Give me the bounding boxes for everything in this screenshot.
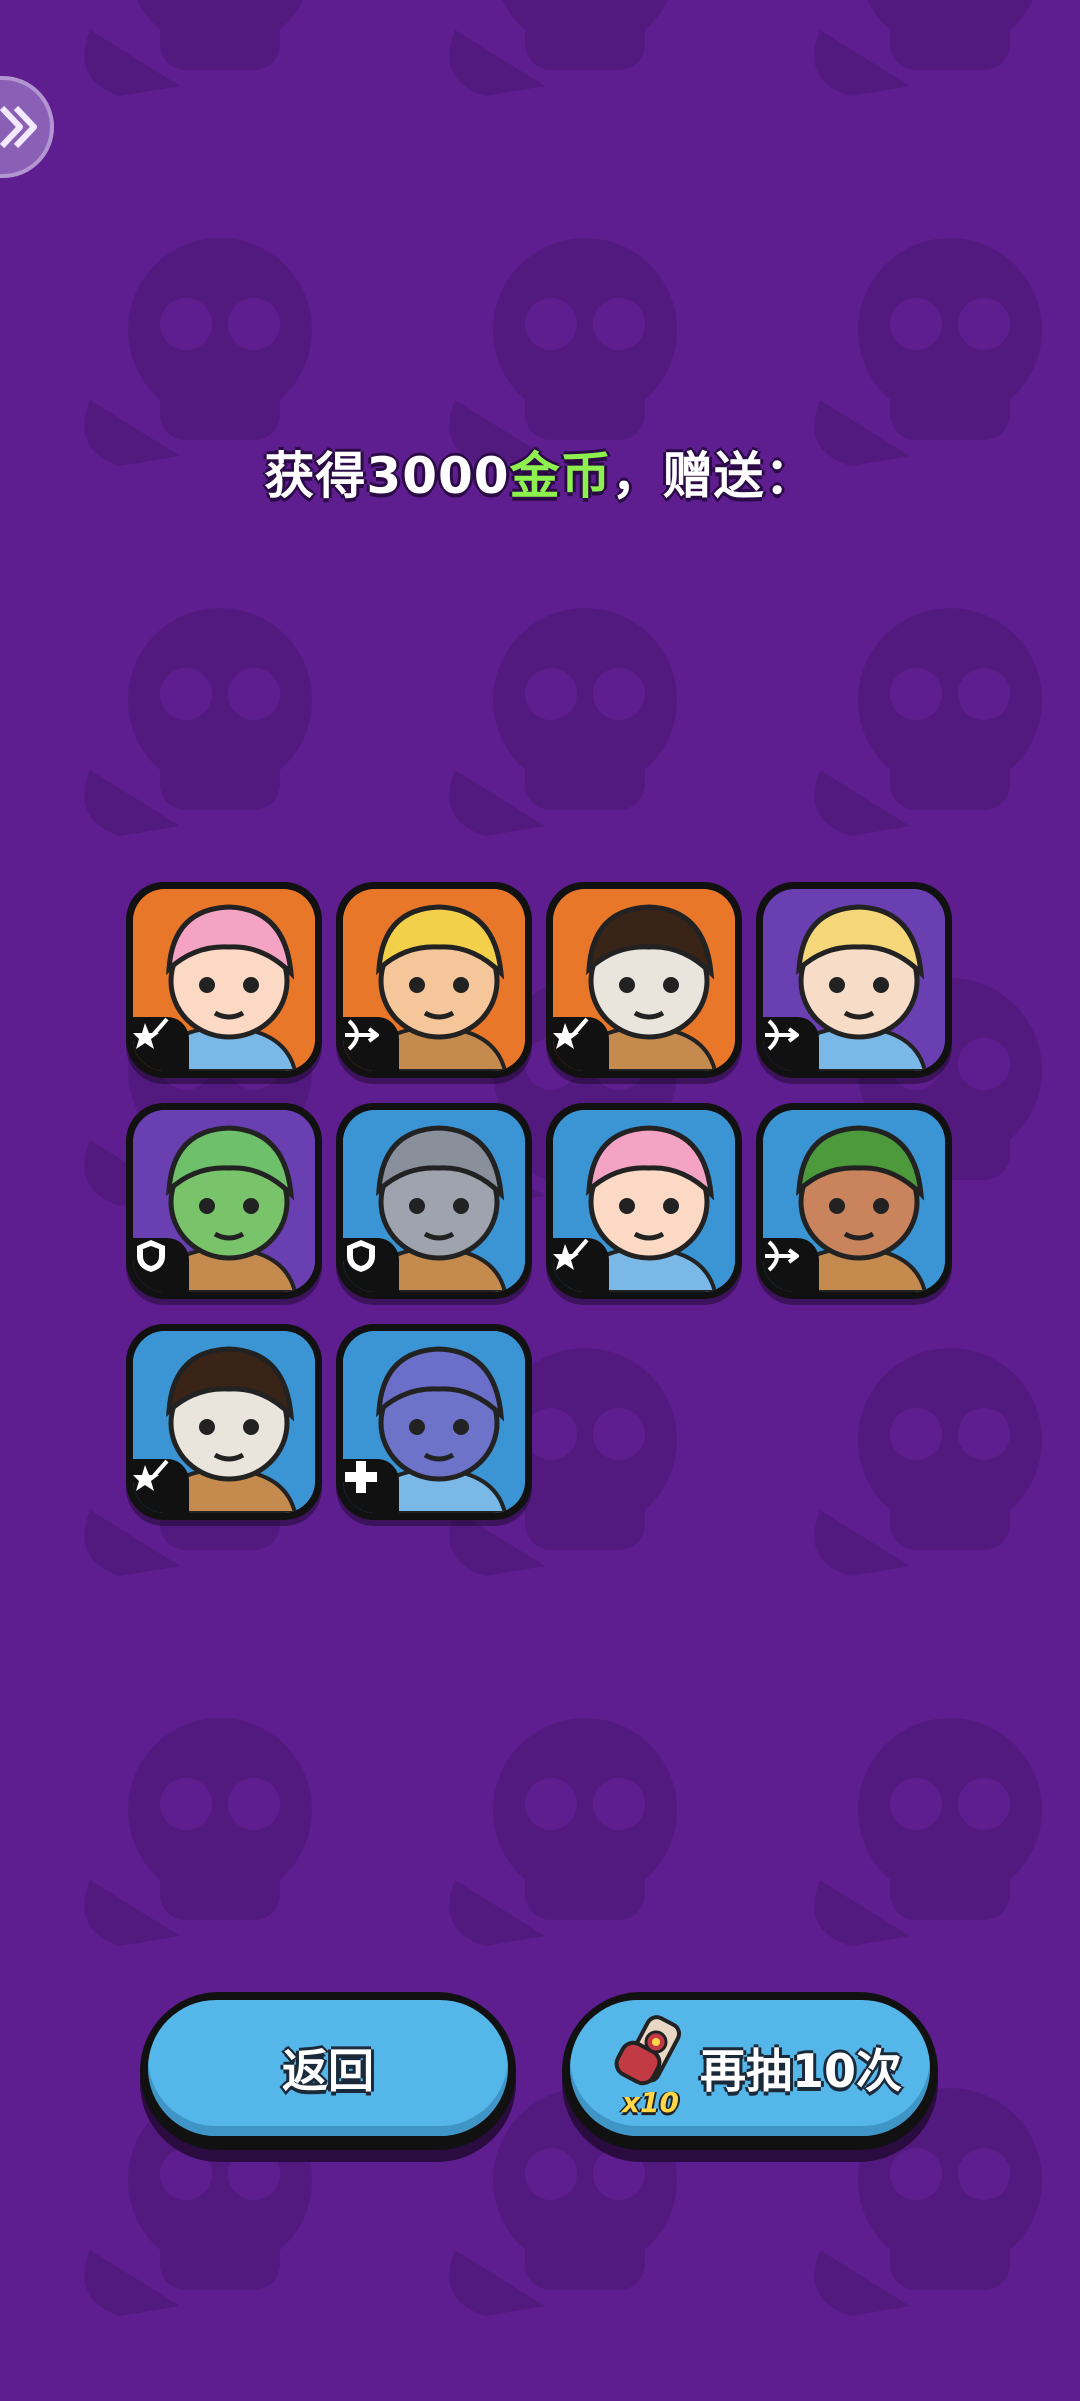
bow-icon	[345, 1019, 379, 1051]
background-skull	[449, 608, 677, 836]
summon-scroll-icon	[614, 2015, 682, 2086]
hero-card-pink-haired-spear-girl[interactable]	[546, 1103, 742, 1299]
background-skull	[814, 1348, 1042, 1576]
hero-card-skull-mask-girl[interactable]	[546, 882, 742, 1078]
background-skull	[814, 608, 1042, 836]
hero-card-inner	[343, 1331, 525, 1513]
gold-coins-label: 金币	[509, 447, 612, 505]
hero-card-inner	[343, 889, 525, 1071]
hero-card-blonde-bandana-archer[interactable]	[336, 882, 532, 1078]
background-skull	[84, 608, 312, 836]
shield-icon	[347, 1240, 375, 1272]
hero-card-skull-mask-girl[interactable]	[126, 1324, 322, 1520]
background-skull	[449, 1718, 677, 1946]
back-button-label: 返回	[282, 2044, 374, 2098]
back-button[interactable]: 返回	[140, 1992, 516, 2150]
reward-title: 获得3000金币，赠送：	[0, 436, 1080, 508]
background-skull	[84, 1718, 312, 1946]
star-sword-icon	[553, 1017, 589, 1049]
star-sword-icon	[553, 1238, 589, 1270]
bow-icon	[765, 1240, 799, 1272]
hero-card-inner	[553, 1110, 735, 1292]
plus-icon	[345, 1461, 377, 1493]
hero-class-badge	[343, 1238, 399, 1292]
hero-class-badge	[343, 1017, 399, 1071]
hero-card-frog-king-tank[interactable]	[126, 1103, 322, 1299]
hero-class-badge	[763, 1238, 819, 1292]
hero-card-inner	[763, 889, 945, 1071]
hero-class-badge	[133, 1238, 189, 1292]
draw-again-label: 再抽10次	[700, 2044, 903, 2098]
background-skull	[814, 238, 1042, 466]
hero-card-inner	[133, 1110, 315, 1292]
background-skull	[449, 238, 677, 466]
hero-class-badge	[553, 1017, 609, 1071]
star-sword-icon	[133, 1017, 169, 1049]
star-sword-icon	[133, 1459, 169, 1491]
background-skull	[449, 0, 677, 96]
background-skull	[84, 0, 312, 96]
hero-class-badge	[553, 1238, 609, 1292]
hero-card-pink-haired-spear-girl[interactable]	[126, 882, 322, 1078]
hero-card-inner	[763, 1110, 945, 1292]
hero-class-badge	[343, 1459, 399, 1513]
bow-icon	[765, 1019, 799, 1051]
hero-card-inner	[133, 1331, 315, 1513]
background-skull	[84, 238, 312, 466]
hero-card-inner	[133, 889, 315, 1071]
hero-class-badge	[133, 1459, 189, 1513]
background-skull	[814, 0, 1042, 96]
skip-button[interactable]	[0, 76, 54, 178]
hero-class-badge	[133, 1017, 189, 1071]
shield-icon	[137, 1240, 165, 1272]
hero-card-armored-knight-tank[interactable]	[336, 1103, 532, 1299]
hero-card-blonde-zombie-archer[interactable]	[756, 882, 952, 1078]
hero-class-badge	[763, 1017, 819, 1071]
hero-card-blue-ogre-healer[interactable]	[336, 1324, 532, 1520]
draw-again-button[interactable]: x10 再抽10次	[562, 1992, 938, 2150]
background-skull	[814, 1718, 1042, 1946]
reward-title-prefix: 获得3000	[264, 447, 510, 505]
double-chevron-right-icon	[0, 105, 37, 149]
hero-card-inner	[553, 889, 735, 1071]
draw-count-label: x10	[622, 2086, 680, 2119]
hero-card-green-hooded-archer[interactable]	[756, 1103, 952, 1299]
reward-title-suffix: ，赠送：	[611, 447, 816, 505]
hero-card-inner	[343, 1110, 525, 1292]
